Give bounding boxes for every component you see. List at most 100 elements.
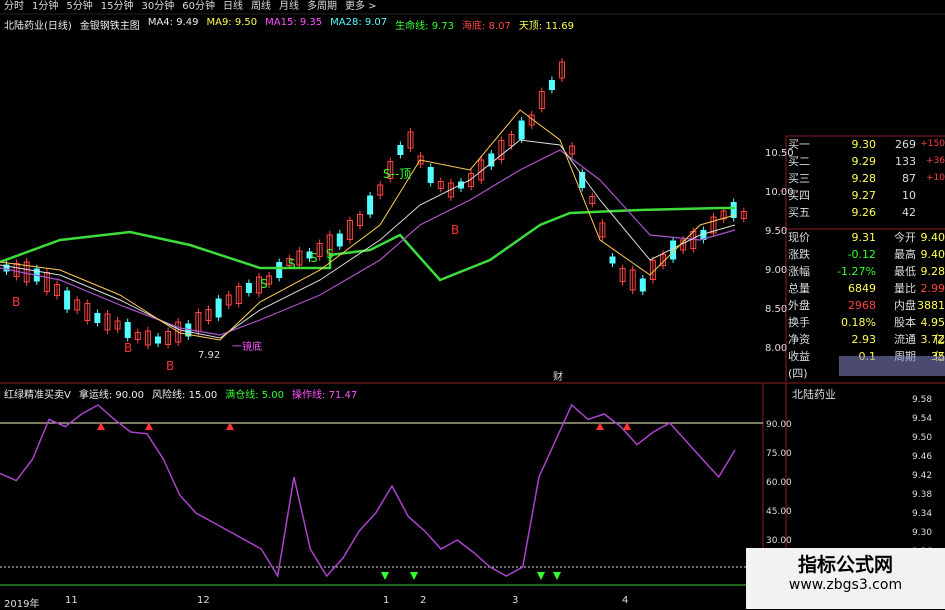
quote-label: 外盘 bbox=[788, 299, 810, 312]
bid-price: 9.27 bbox=[851, 189, 877, 202]
sell-arrow bbox=[410, 572, 418, 580]
trend-value: 拿运线: 90.00 bbox=[78, 390, 145, 401]
sell-arrow bbox=[553, 572, 561, 580]
s-top-mark: S--顶 bbox=[383, 167, 411, 181]
period-tab[interactable]: 分时 bbox=[4, 0, 24, 14]
period-tab[interactable]: 30分钟 bbox=[141, 0, 174, 14]
quote-label: 最低 bbox=[894, 265, 916, 278]
bid-list: 买一 9.30 269 +150 买二 9.29 133 +36 买三 9.28 8… bbox=[788, 136, 945, 221]
quote-value: 3.72亿 bbox=[920, 333, 945, 363]
bid-price: 9.30 bbox=[851, 138, 877, 151]
bid-volume: 42 bbox=[902, 206, 916, 219]
bid-label: 买一 bbox=[788, 138, 810, 151]
osc-tick-label: 75.00 bbox=[766, 449, 792, 459]
indicator-name[interactable]: 金银钢铁主图 bbox=[80, 17, 140, 32]
quote-label: 内盘 bbox=[894, 299, 916, 312]
watermark-title: 指标公式网 bbox=[797, 554, 893, 576]
ma9-value: MA9: 9.50 bbox=[206, 17, 258, 28]
low-price-mark: 7.92 bbox=[198, 350, 220, 361]
b-mark: B bbox=[12, 295, 20, 309]
period-tab[interactable]: 更多 > bbox=[345, 0, 377, 14]
s-mark: S bbox=[260, 277, 268, 291]
mini-stock-label: 北陆药业 bbox=[792, 388, 836, 401]
operation-line bbox=[0, 403, 736, 579]
period-tab[interactable]: 周线 bbox=[251, 0, 271, 14]
bid-volume: 269 bbox=[895, 138, 916, 151]
ma4 bbox=[0, 109, 736, 341]
period-tab[interactable]: 15分钟 bbox=[101, 0, 134, 14]
bid-row[interactable]: 买四 9.27 10 bbox=[788, 187, 945, 204]
quote-row: 换手 0.18% 股本 4.95亿 bbox=[788, 314, 945, 346]
quote-value: 9.31 bbox=[851, 231, 877, 244]
bid-change: +150 bbox=[920, 139, 945, 149]
period-tab[interactable]: 1分钟 bbox=[32, 0, 58, 14]
bottom-value: 海底: 8.07 bbox=[461, 21, 511, 32]
quote-row: 涨跌 -0.12 最高 9.40 bbox=[788, 246, 945, 263]
quote-value: 2.93 bbox=[851, 333, 877, 346]
ma15-value: MA15: 9.35 bbox=[265, 17, 323, 28]
price-tick-label: 8.00 bbox=[765, 343, 787, 354]
quote-row: 净资 2.93 流通 3.72亿 bbox=[788, 331, 945, 363]
quote-value: 9.40 bbox=[920, 248, 945, 261]
mini-tick-label: 9.30 bbox=[912, 528, 932, 538]
stock-title[interactable]: 北陆药业(日线) bbox=[4, 17, 72, 32]
quote-row: 外盘 2968 内盘 3881 bbox=[788, 297, 945, 314]
quote-label: 流通 bbox=[894, 333, 916, 346]
mini-tick-label: 9.46 bbox=[912, 452, 932, 462]
period-tab[interactable]: 5分钟 bbox=[66, 0, 92, 14]
s-mark: S bbox=[310, 251, 318, 265]
lower-indicator-name[interactable]: 红绿精准买卖V bbox=[4, 386, 71, 401]
date-label: 4 bbox=[622, 595, 629, 606]
sell-arrow bbox=[381, 572, 389, 580]
quote-row: 总量 6849 量比 2.99 bbox=[788, 280, 945, 297]
mini-tick-label: 9.54 bbox=[912, 414, 932, 424]
quote-label: 今开 bbox=[894, 231, 916, 244]
bid-row[interactable]: 买二 9.29 133 +36 bbox=[788, 153, 945, 170]
ma15 bbox=[0, 139, 736, 339]
bid-row[interactable]: 买三 9.28 87 +10 bbox=[788, 170, 945, 187]
quote-label: 净资 bbox=[788, 333, 810, 346]
price-tick-label: 9.50 bbox=[765, 226, 787, 237]
quote-value: 6849 bbox=[848, 282, 876, 295]
b-mark: B bbox=[451, 223, 459, 237]
period-tab[interactable]: 多周期 bbox=[307, 0, 337, 14]
period-tab[interactable]: 月线 bbox=[279, 0, 299, 14]
date-label: 1 bbox=[383, 595, 390, 606]
operation-value: 操作线: 71.47 bbox=[292, 390, 358, 401]
bid-label: 买五 bbox=[788, 206, 810, 219]
lower-indicator-bar: 红绿精准买卖V 拿运线: 90.00 风险线: 15.00 满仓线: 5.00 … bbox=[0, 386, 358, 401]
bid-price: 9.29 bbox=[851, 155, 877, 168]
quote-label: 量比 bbox=[894, 282, 916, 295]
period-tab[interactable]: 60分钟 bbox=[182, 0, 215, 14]
quote-label: 换手 bbox=[788, 316, 810, 329]
osc-tick-label: 45.00 bbox=[766, 507, 792, 517]
sell-arrow bbox=[537, 572, 545, 580]
date-label: 12 bbox=[197, 595, 210, 606]
date-axis: 2019年 11 12 1 2 3 4 bbox=[0, 595, 790, 610]
quote-row: 现价 9.31 今开 9.40 bbox=[788, 229, 945, 246]
ma28 bbox=[0, 149, 736, 336]
quote-value: 9.28 bbox=[920, 265, 945, 278]
position-value: 满仓线: 5.00 bbox=[225, 390, 285, 401]
bid-volume: 133 bbox=[895, 155, 916, 168]
bid-change bbox=[916, 187, 945, 204]
osc-tick-label: 60.00 bbox=[766, 478, 792, 488]
price-tick-label: 8.50 bbox=[765, 304, 787, 315]
quote-value: -0.12 bbox=[847, 248, 876, 261]
bid-row[interactable]: 买五 9.26 42 bbox=[788, 204, 945, 221]
bid-change: +36 bbox=[926, 156, 945, 166]
sky-value: 天顶: 11.69 bbox=[518, 21, 574, 32]
bottom-mark: 一镜底 bbox=[232, 340, 262, 353]
mini-tick-label: 9.34 bbox=[912, 509, 932, 519]
quote-panel: 买一 9.30 269 +150 买二 9.29 133 +36 买三 9.28 8… bbox=[788, 136, 945, 380]
mini-tick-label: 9.58 bbox=[912, 395, 932, 405]
bid-row[interactable]: 买一 9.30 269 +150 bbox=[788, 136, 945, 153]
quote-value: 9.40 bbox=[920, 231, 945, 244]
quote-row: 涨幅 -1.27% 最低 9.28 bbox=[788, 263, 945, 280]
selection-overlay bbox=[839, 356, 945, 376]
mini-tick-label: 9.50 bbox=[912, 433, 932, 443]
osc-tick-label: 30.00 bbox=[766, 536, 792, 546]
period-tab[interactable]: 日线 bbox=[223, 0, 243, 14]
quote-value: 2.99 bbox=[920, 282, 945, 295]
bid-change: +10 bbox=[926, 173, 945, 183]
